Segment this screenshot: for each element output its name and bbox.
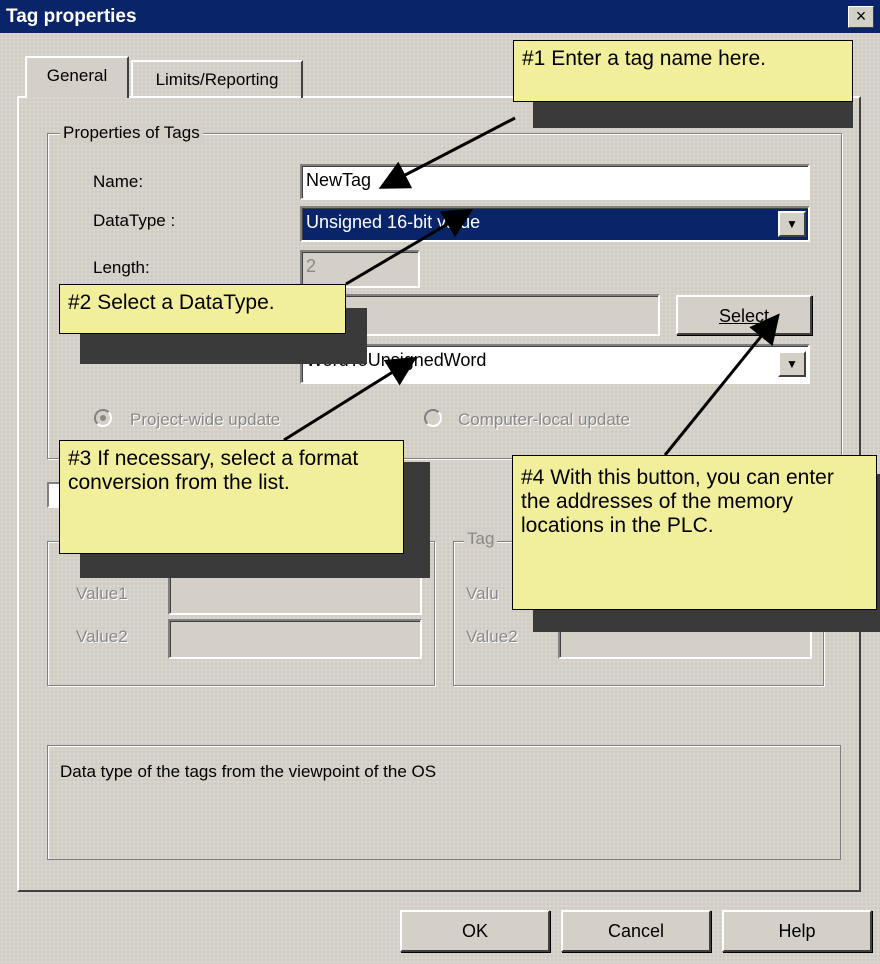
tab-general[interactable]: General	[25, 56, 129, 98]
callout-arrows	[283, 116, 780, 456]
arrow-2	[345, 208, 474, 286]
arrow-4	[663, 313, 780, 456]
arrow-3	[283, 356, 418, 442]
arrow-1	[378, 116, 516, 189]
